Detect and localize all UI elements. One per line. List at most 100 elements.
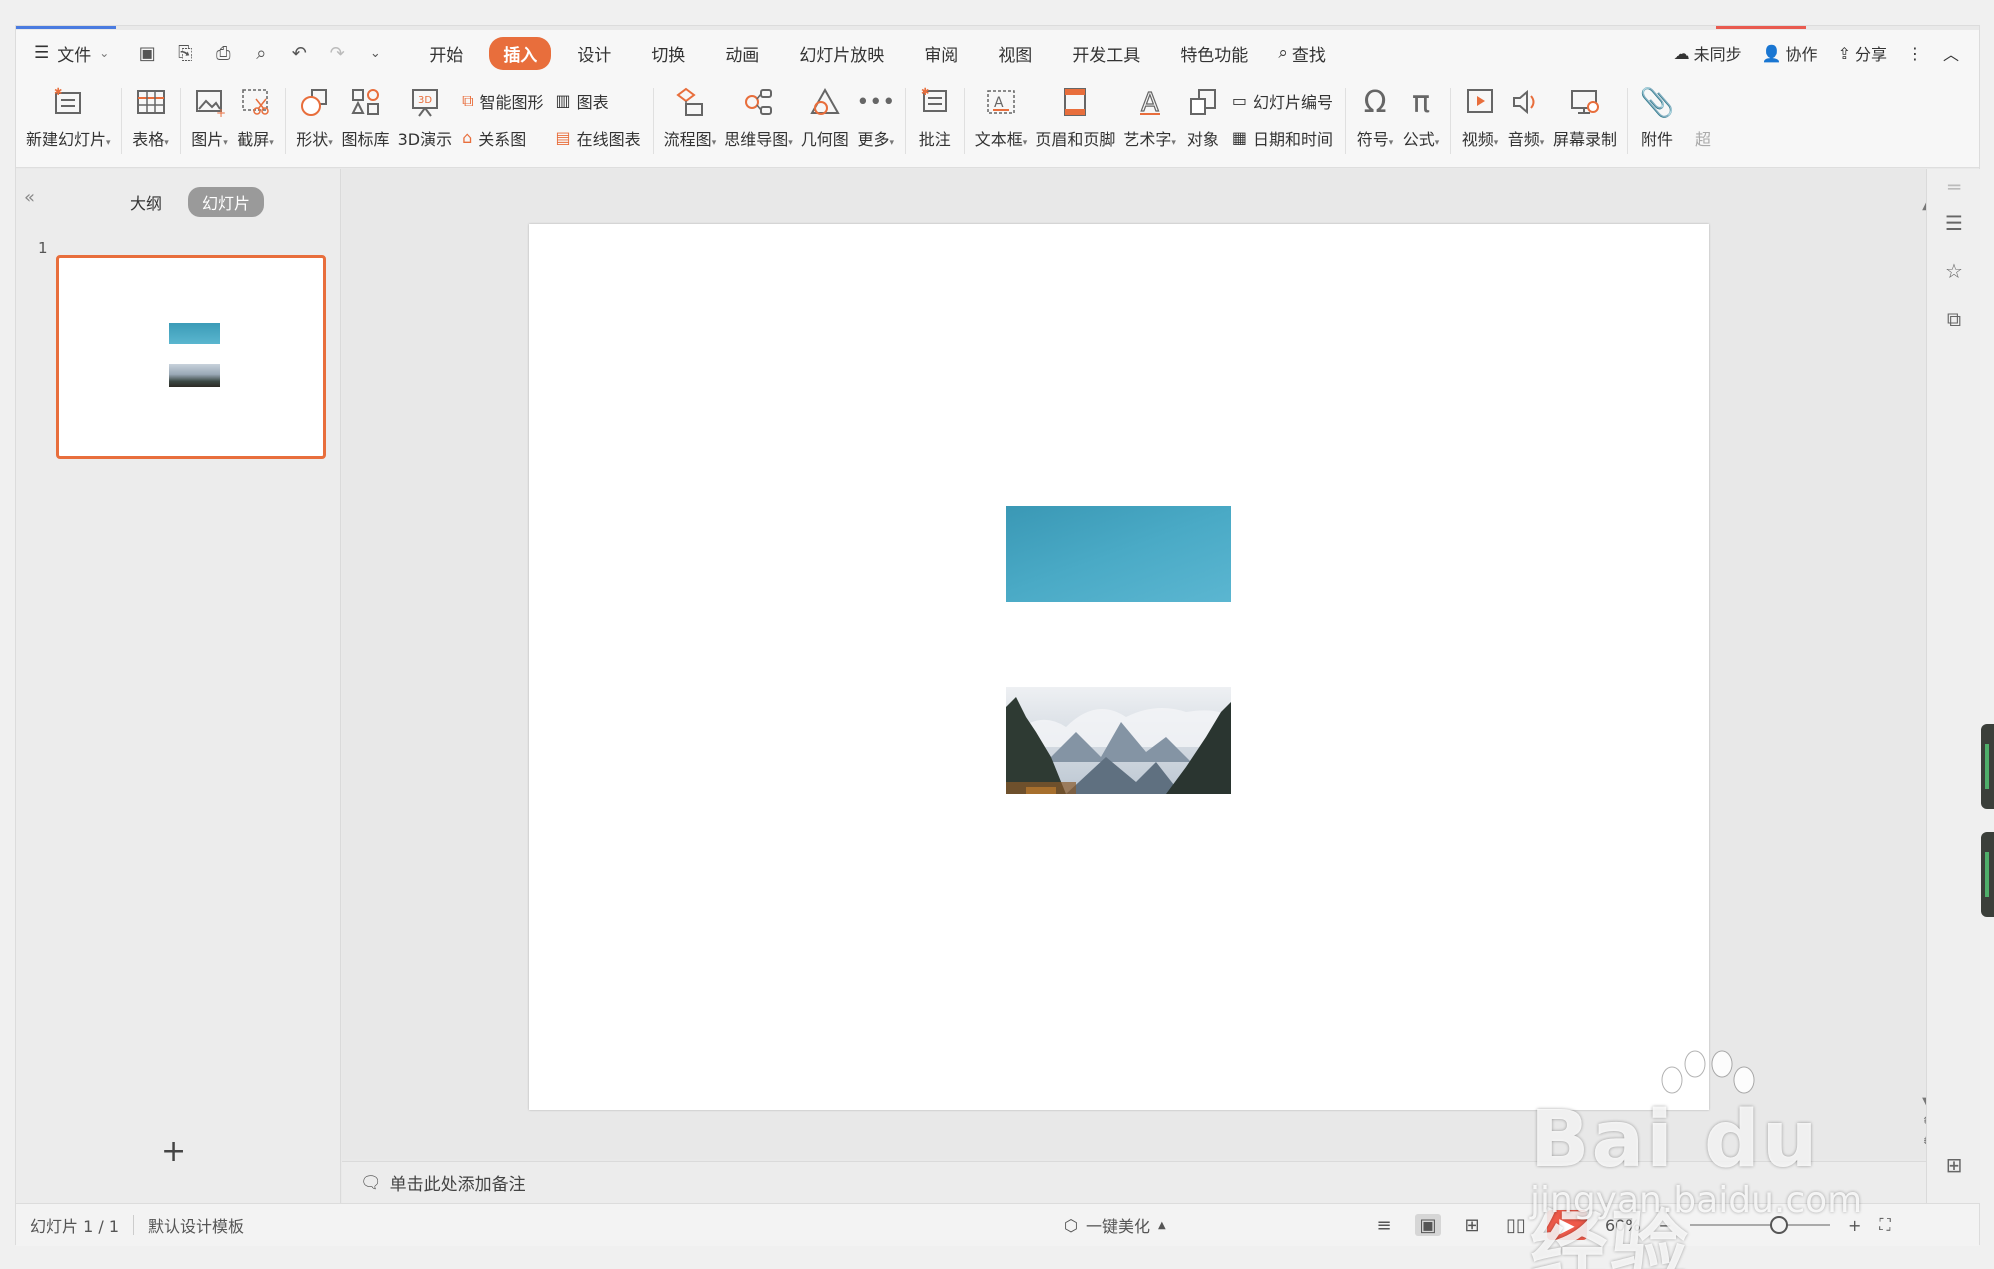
tab-design[interactable]: 设计 bbox=[563, 37, 625, 70]
table-button[interactable]: 表格▾ bbox=[132, 76, 170, 164]
screen-record-button[interactable]: 屏幕录制 bbox=[1553, 76, 1617, 164]
print-icon[interactable]: ⎙ bbox=[211, 43, 235, 64]
notes-pane[interactable]: 🗨 单击此处添加备注 bbox=[342, 1161, 1926, 1203]
add-slide-icon[interactable]: + bbox=[161, 1134, 186, 1169]
tab-animations[interactable]: 动画 bbox=[711, 37, 773, 70]
online-chart-label: 在线图表 bbox=[576, 129, 641, 149]
relation-button[interactable]: ⌂ 关系图 bbox=[462, 121, 543, 155]
symbol-button[interactable]: Ω 符号▾ bbox=[1356, 76, 1394, 164]
format-painter-icon[interactable]: ⎘ bbox=[173, 43, 197, 64]
tab-features[interactable]: 特色功能 bbox=[1166, 37, 1262, 70]
tab-slides[interactable]: 幻灯片 bbox=[188, 187, 265, 217]
3d-demo-button[interactable]: 3D 3D演示 bbox=[398, 76, 452, 164]
tab-transitions[interactable]: 切换 bbox=[637, 37, 699, 70]
cube-icon: ⬡ bbox=[1064, 1215, 1078, 1235]
collab-button[interactable]: 👤 协作 bbox=[1762, 41, 1818, 65]
object-icon bbox=[1184, 84, 1222, 120]
svg-text:✱: ✱ bbox=[54, 87, 62, 98]
ribbon-tabs: 开始 插入 设计 切换 动画 幻灯片放映 审阅 视图 开发工具 特色功能 bbox=[409, 36, 1268, 70]
symbol-label: 符号 bbox=[1356, 130, 1389, 149]
tab-review[interactable]: 审阅 bbox=[910, 37, 972, 70]
wordart-button[interactable]: A 艺术字▾ bbox=[1123, 76, 1176, 164]
tab-view[interactable]: 视图 bbox=[984, 37, 1046, 70]
side-widget-tab-2[interactable] bbox=[1981, 832, 1994, 917]
normal-view-icon[interactable]: ▣ bbox=[1415, 1214, 1441, 1236]
flowchart-button[interactable]: 流程图▾ bbox=[663, 76, 716, 164]
tab-developer[interactable]: 开发工具 bbox=[1058, 37, 1154, 70]
hyperlink-button-partial[interactable]: 超 bbox=[1684, 76, 1722, 164]
audio-button[interactable]: 音频▾ bbox=[1507, 76, 1545, 164]
more-vertical-icon[interactable]: ⋮ bbox=[1907, 44, 1923, 63]
header-footer-button[interactable]: 页眉和页脚 bbox=[1035, 76, 1115, 164]
svg-text:A: A bbox=[1141, 88, 1159, 117]
zoom-in-icon[interactable]: + bbox=[1848, 1216, 1861, 1235]
save-icon[interactable]: ▣ bbox=[135, 43, 159, 64]
play-slideshow-button[interactable]: ▶ bbox=[1547, 1210, 1587, 1240]
undo-icon[interactable]: ↶ bbox=[287, 43, 311, 64]
video-button[interactable]: 视频▾ bbox=[1461, 76, 1499, 164]
customize-icon[interactable]: ⌄ bbox=[363, 46, 387, 61]
slide-sorter-icon[interactable]: ⊞ bbox=[1459, 1214, 1485, 1236]
formula-button[interactable]: π 公式▾ bbox=[1402, 76, 1440, 164]
geometry-button[interactable]: 几何图 bbox=[801, 76, 849, 164]
flowchart-label: 流程图 bbox=[663, 130, 712, 149]
attachment-button[interactable]: 📎 附件 bbox=[1638, 76, 1676, 164]
mountain-image[interactable] bbox=[1006, 687, 1231, 794]
chart-group: ▥ 图表 ▤ 在线图表 bbox=[556, 76, 641, 156]
tab-slideshow[interactable]: 幻灯片放映 bbox=[785, 37, 898, 70]
zoom-level[interactable]: 60% bbox=[1605, 1216, 1641, 1235]
datetime-label: 日期和时间 bbox=[1253, 129, 1334, 149]
textbox-button[interactable]: A 文本框▾ bbox=[975, 76, 1027, 164]
slide-number-button[interactable]: ▭ 幻灯片编号 bbox=[1232, 84, 1333, 118]
thumbnail-sky-image bbox=[169, 323, 220, 344]
share-button[interactable]: ⇪ 分享 bbox=[1838, 41, 1887, 65]
new-slide-button[interactable]: ✱ 新建幻灯片▾ bbox=[26, 76, 111, 164]
object-button[interactable]: 对象 bbox=[1184, 76, 1222, 164]
tab-insert[interactable]: 插入 bbox=[489, 36, 552, 70]
shape-button[interactable]: 形状▾ bbox=[296, 76, 334, 164]
search-button[interactable]: ⌕ 查找 bbox=[1278, 41, 1326, 66]
zoom-slider[interactable] bbox=[1689, 1216, 1830, 1234]
chart-button[interactable]: ▥ 图表 bbox=[556, 84, 641, 118]
settings-sliders-icon[interactable]: ☰ bbox=[1941, 211, 1967, 237]
template-name[interactable]: 默认设计模板 bbox=[148, 1213, 244, 1237]
slide-number-icon: ▭ bbox=[1231, 91, 1248, 110]
print-preview-icon[interactable]: ⌕ bbox=[249, 43, 273, 64]
smartart-button[interactable]: ⧉ 智能图形 bbox=[462, 84, 543, 118]
tab-home[interactable]: 开始 bbox=[415, 37, 477, 70]
hamburger-icon: ☰ bbox=[34, 43, 50, 63]
sync-button[interactable]: ☁ 未同步 bbox=[1674, 41, 1742, 65]
picture-button[interactable]: + 图片▾ bbox=[191, 76, 229, 164]
icon-library-button[interactable]: 图标库 bbox=[342, 76, 390, 164]
collapse-ribbon-icon[interactable]: ︿ bbox=[1943, 41, 1959, 65]
slide-canvas[interactable] bbox=[529, 224, 1709, 1110]
sky-image[interactable] bbox=[1006, 506, 1231, 602]
search-label: 查找 bbox=[1291, 45, 1326, 66]
comment-button[interactable]: ✱ 批注 bbox=[916, 76, 954, 164]
fit-window-icon[interactable]: ⛶ bbox=[1879, 1215, 1890, 1235]
mindmap-button[interactable]: 思维导图▾ bbox=[724, 76, 793, 164]
zoom-slider-knob[interactable] bbox=[1769, 1216, 1788, 1234]
online-chart-button[interactable]: ▤ 在线图表 bbox=[556, 121, 641, 155]
zoom-out-icon[interactable]: − bbox=[1659, 1216, 1672, 1235]
screenshot-button[interactable]: 截屏▾ bbox=[237, 76, 275, 164]
file-menu[interactable]: ☰ 文件 ⌄ bbox=[16, 41, 127, 66]
datetime-button[interactable]: ▦ 日期和时间 bbox=[1232, 121, 1333, 155]
svg-text:A: A bbox=[994, 95, 1004, 111]
reading-view-icon[interactable]: ▯▯ bbox=[1503, 1214, 1529, 1236]
notes-toggle-icon[interactable]: ≡ bbox=[1371, 1214, 1397, 1236]
tab-outline[interactable]: 大纲 bbox=[116, 187, 176, 217]
more-button[interactable]: ••• 更多▾ bbox=[856, 76, 895, 164]
user-icon: 👤 bbox=[1761, 43, 1782, 63]
apps-grid-icon[interactable]: ⊞ bbox=[1941, 1153, 1967, 1179]
drag-handle-icon[interactable]: ═ bbox=[1941, 175, 1967, 201]
side-widget-tab[interactable] bbox=[1981, 724, 1994, 809]
collapse-panel-icon[interactable]: « bbox=[24, 187, 35, 208]
transform-icon[interactable]: ⧉ bbox=[1941, 307, 1967, 333]
redo-icon[interactable]: ↷ bbox=[325, 43, 349, 64]
star-icon[interactable]: ☆ bbox=[1941, 259, 1967, 285]
wordart-icon: A bbox=[1131, 84, 1169, 120]
slide-thumbnail[interactable] bbox=[56, 255, 326, 459]
smartart-icon: ⧉ bbox=[462, 90, 474, 110]
beautify-button[interactable]: ⬡ 一键美化 ▲ bbox=[1064, 1213, 1166, 1237]
